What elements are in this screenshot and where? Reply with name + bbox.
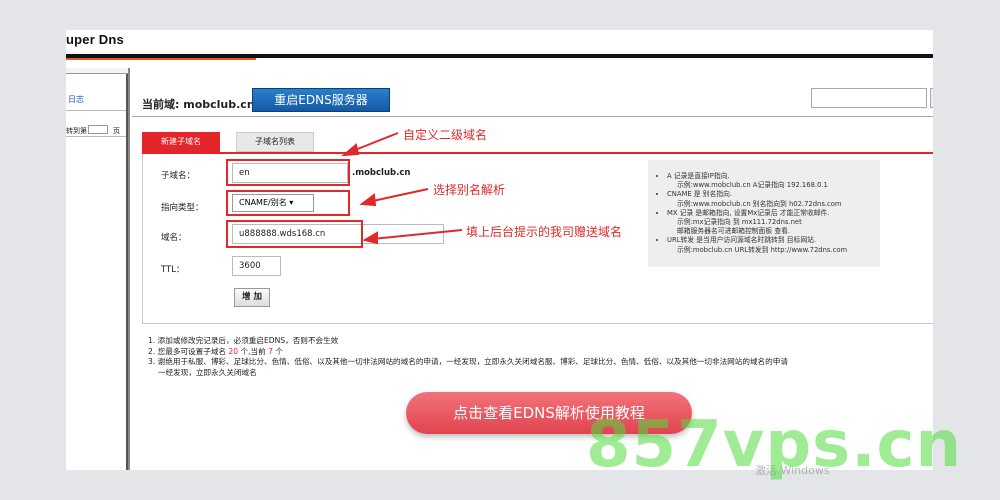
screenshot-stage: uper Dns 日志 转到第 页 当前域: mobclub.cn 重启EDNS… [0,0,1000,500]
app-window: uper Dns 日志 转到第 页 当前域: mobclub.cn 重启EDNS… [66,30,933,470]
record-type-help: A 记录是直接IP指向.示例:www.mobclub.cn A记录指向 192.… [648,160,880,267]
arrowhead-2 [359,193,377,207]
arrow-line-2 [367,188,429,203]
annotation-fill-domain: 填上后台提示的我司赠送域名 [466,225,623,239]
help-item: MX 记录 是邮箱指向, 设置Mx记录后 才能正常收邮件.示例:mx记录指向 到… [667,209,872,237]
site-watermark: 857vps.cn [586,408,963,482]
note-3-continued: 一经发现，立即永久关闭域名 [158,367,257,377]
help-item: CNAME 是 别名指向.示例:www.mobclub.cn 别名指向到 h02… [667,190,872,208]
annotation-custom-subdomain: 自定义二级域名 [403,128,488,142]
usage-notes: 1. 添加或修改完记录后，必须重启EDNS，否则不会生效 2. 您最多可设置子域… [148,336,933,378]
note-1: 1. 添加或修改完记录后，必须重启EDNS，否则不会生效 [148,336,339,345]
help-item: A 记录是直接IP指向.示例:www.mobclub.cn A记录指向 192.… [667,172,872,190]
help-item: URL转发 是当用户访问源域名时跳转到 目标网站.示例:mobclub.cn U… [667,236,872,254]
arrowhead-1 [340,143,360,157]
arrowhead-3 [362,231,378,245]
note-3: 3. 谢绝用于私服、博彩、足球比分、色情、低俗、以及其他一切非法网站的域名的申请… [148,357,788,366]
note-2: 2. 您最多可设置子域名 20 个,当前 7 个 [148,346,283,356]
annotation-select-cname: 选择别名解析 [433,183,506,197]
arrow-line-3 [371,229,463,240]
